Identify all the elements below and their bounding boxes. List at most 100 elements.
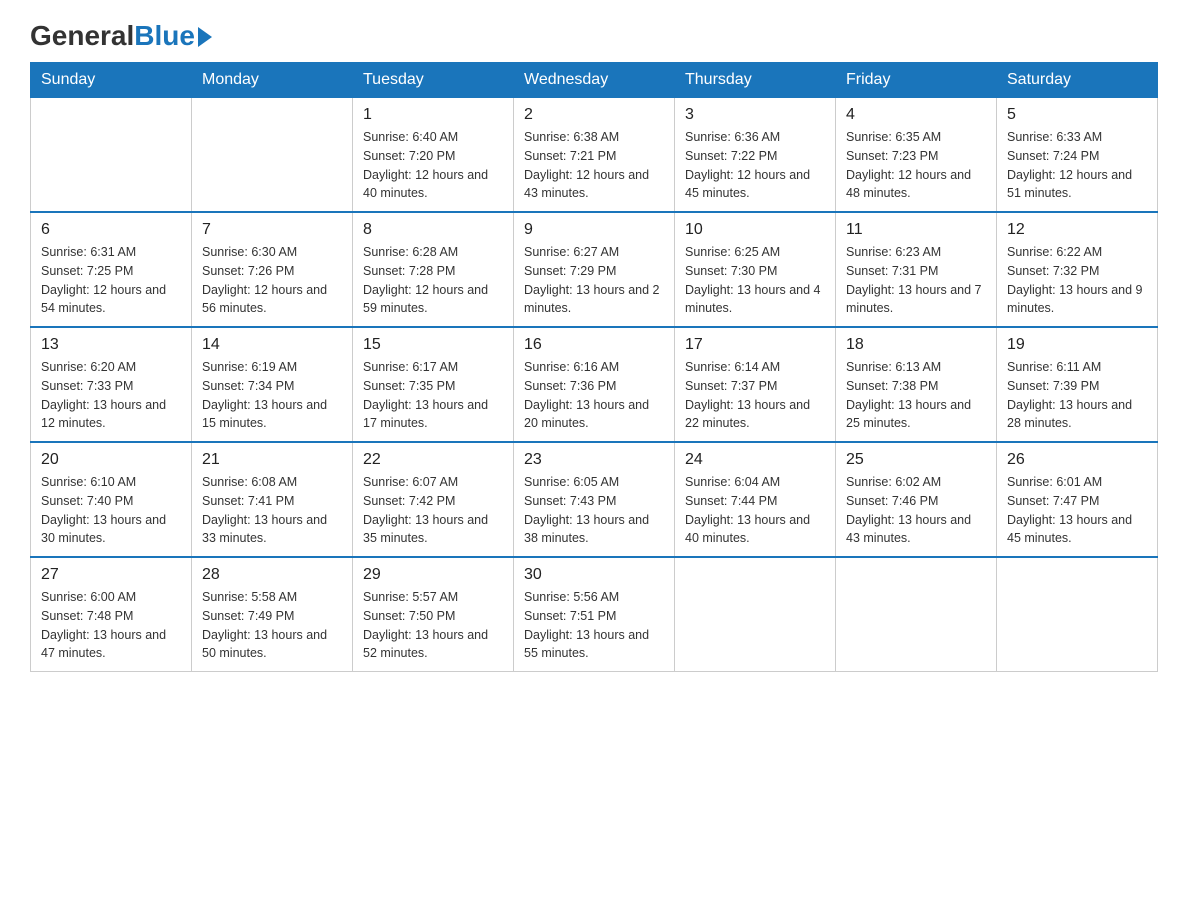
calendar-week-row: 13 Sunrise: 6:20 AMSunset: 7:33 PMDayligh… xyxy=(31,327,1158,442)
calendar-day-cell: 17 Sunrise: 6:14 AMSunset: 7:37 PMDayligh… xyxy=(675,327,836,442)
calendar-day-cell: 4 Sunrise: 6:35 AMSunset: 7:23 PMDaylight… xyxy=(836,98,997,213)
day-number: 6 xyxy=(41,221,181,239)
calendar-day-cell: 29 Sunrise: 5:57 AMSunset: 7:50 PMDayligh… xyxy=(353,557,514,672)
calendar-day-cell: 26 Sunrise: 6:01 AMSunset: 7:47 PMDayligh… xyxy=(997,442,1158,557)
calendar-day-cell xyxy=(997,557,1158,672)
day-info: Sunrise: 6:17 AMSunset: 7:35 PMDaylight:… xyxy=(363,358,503,433)
calendar-day-cell: 21 Sunrise: 6:08 AMSunset: 7:41 PMDayligh… xyxy=(192,442,353,557)
calendar-day-cell: 12 Sunrise: 6:22 AMSunset: 7:32 PMDayligh… xyxy=(997,212,1158,327)
day-number: 8 xyxy=(363,221,503,239)
day-number: 11 xyxy=(846,221,986,239)
weekday-header-row: SundayMondayTuesdayWednesdayThursdayFrid… xyxy=(31,63,1158,98)
calendar-day-cell: 13 Sunrise: 6:20 AMSunset: 7:33 PMDayligh… xyxy=(31,327,192,442)
page-header: General Blue xyxy=(30,20,1158,52)
day-number: 10 xyxy=(685,221,825,239)
day-info: Sunrise: 6:19 AMSunset: 7:34 PMDaylight:… xyxy=(202,358,342,433)
day-info: Sunrise: 6:23 AMSunset: 7:31 PMDaylight:… xyxy=(846,243,986,318)
day-info: Sunrise: 5:56 AMSunset: 7:51 PMDaylight:… xyxy=(524,588,664,663)
calendar-table: SundayMondayTuesdayWednesdayThursdayFrid… xyxy=(30,62,1158,672)
day-info: Sunrise: 6:35 AMSunset: 7:23 PMDaylight:… xyxy=(846,128,986,203)
day-number: 3 xyxy=(685,106,825,124)
calendar-day-cell: 8 Sunrise: 6:28 AMSunset: 7:28 PMDaylight… xyxy=(353,212,514,327)
day-number: 13 xyxy=(41,336,181,354)
day-info: Sunrise: 6:07 AMSunset: 7:42 PMDaylight:… xyxy=(363,473,503,548)
calendar-day-cell: 9Sunrise: 6:27 AMSunset: 7:29 PMDaylight… xyxy=(514,212,675,327)
day-number: 21 xyxy=(202,451,342,469)
calendar-day-cell: 7 Sunrise: 6:30 AMSunset: 7:26 PMDaylight… xyxy=(192,212,353,327)
day-info: Sunrise: 6:33 AMSunset: 7:24 PMDaylight:… xyxy=(1007,128,1147,203)
day-info: Sunrise: 6:14 AMSunset: 7:37 PMDaylight:… xyxy=(685,358,825,433)
calendar-day-cell: 1Sunrise: 6:40 AMSunset: 7:20 PMDaylight… xyxy=(353,98,514,213)
weekday-header-wednesday: Wednesday xyxy=(514,63,675,98)
calendar-day-cell: 24 Sunrise: 6:04 AMSunset: 7:44 PMDayligh… xyxy=(675,442,836,557)
day-info: Sunrise: 6:02 AMSunset: 7:46 PMDaylight:… xyxy=(846,473,986,548)
day-number: 15 xyxy=(363,336,503,354)
day-number: 14 xyxy=(202,336,342,354)
calendar-day-cell: 2Sunrise: 6:38 AMSunset: 7:21 PMDaylight… xyxy=(514,98,675,213)
day-info: Sunrise: 6:10 AMSunset: 7:40 PMDaylight:… xyxy=(41,473,181,548)
day-info: Sunrise: 5:57 AMSunset: 7:50 PMDaylight:… xyxy=(363,588,503,663)
day-info: Sunrise: 6:04 AMSunset: 7:44 PMDaylight:… xyxy=(685,473,825,548)
day-info: Sunrise: 6:13 AMSunset: 7:38 PMDaylight:… xyxy=(846,358,986,433)
day-info: Sunrise: 6:22 AMSunset: 7:32 PMDaylight:… xyxy=(1007,243,1147,318)
day-info: Sunrise: 6:30 AMSunset: 7:26 PMDaylight:… xyxy=(202,243,342,318)
calendar-week-row: 1Sunrise: 6:40 AMSunset: 7:20 PMDaylight… xyxy=(31,98,1158,213)
calendar-day-cell: 5Sunrise: 6:33 AMSunset: 7:24 PMDaylight… xyxy=(997,98,1158,213)
day-info: Sunrise: 6:28 AMSunset: 7:28 PMDaylight:… xyxy=(363,243,503,318)
calendar-day-cell xyxy=(192,98,353,213)
day-info: Sunrise: 6:08 AMSunset: 7:41 PMDaylight:… xyxy=(202,473,342,548)
day-number: 28 xyxy=(202,566,342,584)
day-info: Sunrise: 6:16 AMSunset: 7:36 PMDaylight:… xyxy=(524,358,664,433)
weekday-header-monday: Monday xyxy=(192,63,353,98)
day-number: 24 xyxy=(685,451,825,469)
calendar-day-cell: 14 Sunrise: 6:19 AMSunset: 7:34 PMDayligh… xyxy=(192,327,353,442)
calendar-day-cell: 16 Sunrise: 6:16 AMSunset: 7:36 PMDayligh… xyxy=(514,327,675,442)
day-number: 9 xyxy=(524,221,664,239)
day-info: Sunrise: 6:01 AMSunset: 7:47 PMDaylight:… xyxy=(1007,473,1147,548)
logo-blue-text: Blue xyxy=(134,20,195,52)
day-number: 1 xyxy=(363,106,503,124)
weekday-header-saturday: Saturday xyxy=(997,63,1158,98)
day-number: 16 xyxy=(524,336,664,354)
day-number: 29 xyxy=(363,566,503,584)
day-info: Sunrise: 6:31 AMSunset: 7:25 PMDaylight:… xyxy=(41,243,181,318)
day-number: 17 xyxy=(685,336,825,354)
calendar-week-row: 27Sunrise: 6:00 AMSunset: 7:48 PMDayligh… xyxy=(31,557,1158,672)
day-info: Sunrise: 6:11 AMSunset: 7:39 PMDaylight:… xyxy=(1007,358,1147,433)
day-info: Sunrise: 6:00 AMSunset: 7:48 PMDaylight:… xyxy=(41,588,181,663)
day-info: Sunrise: 6:36 AMSunset: 7:22 PMDaylight:… xyxy=(685,128,825,203)
day-number: 2 xyxy=(524,106,664,124)
logo-blue-part: Blue xyxy=(134,20,212,52)
day-number: 4 xyxy=(846,106,986,124)
day-info: Sunrise: 6:25 AMSunset: 7:30 PMDaylight:… xyxy=(685,243,825,318)
day-number: 25 xyxy=(846,451,986,469)
weekday-header-friday: Friday xyxy=(836,63,997,98)
calendar-day-cell: 6 Sunrise: 6:31 AMSunset: 7:25 PMDaylight… xyxy=(31,212,192,327)
day-number: 22 xyxy=(363,451,503,469)
day-number: 12 xyxy=(1007,221,1147,239)
weekday-header-sunday: Sunday xyxy=(31,63,192,98)
day-info: Sunrise: 6:05 AMSunset: 7:43 PMDaylight:… xyxy=(524,473,664,548)
day-number: 7 xyxy=(202,221,342,239)
calendar-day-cell: 15 Sunrise: 6:17 AMSunset: 7:35 PMDayligh… xyxy=(353,327,514,442)
calendar-day-cell: 27Sunrise: 6:00 AMSunset: 7:48 PMDayligh… xyxy=(31,557,192,672)
day-number: 18 xyxy=(846,336,986,354)
logo-arrow-icon xyxy=(198,27,212,47)
calendar-day-cell xyxy=(675,557,836,672)
calendar-day-cell xyxy=(836,557,997,672)
calendar-week-row: 20 Sunrise: 6:10 AMSunset: 7:40 PMDayligh… xyxy=(31,442,1158,557)
calendar-week-row: 6 Sunrise: 6:31 AMSunset: 7:25 PMDaylight… xyxy=(31,212,1158,327)
calendar-day-cell: 10 Sunrise: 6:25 AMSunset: 7:30 PMDayligh… xyxy=(675,212,836,327)
calendar-day-cell: 20 Sunrise: 6:10 AMSunset: 7:40 PMDayligh… xyxy=(31,442,192,557)
day-number: 26 xyxy=(1007,451,1147,469)
day-number: 20 xyxy=(41,451,181,469)
calendar-day-cell: 25 Sunrise: 6:02 AMSunset: 7:46 PMDayligh… xyxy=(836,442,997,557)
day-number: 23 xyxy=(524,451,664,469)
calendar-day-cell: 11 Sunrise: 6:23 AMSunset: 7:31 PMDayligh… xyxy=(836,212,997,327)
day-info: Sunrise: 6:20 AMSunset: 7:33 PMDaylight:… xyxy=(41,358,181,433)
weekday-header-tuesday: Tuesday xyxy=(353,63,514,98)
calendar-day-cell: 18 Sunrise: 6:13 AMSunset: 7:38 PMDayligh… xyxy=(836,327,997,442)
calendar-day-cell: 28Sunrise: 5:58 AMSunset: 7:49 PMDayligh… xyxy=(192,557,353,672)
calendar-day-cell: 23 Sunrise: 6:05 AMSunset: 7:43 PMDayligh… xyxy=(514,442,675,557)
weekday-header-thursday: Thursday xyxy=(675,63,836,98)
